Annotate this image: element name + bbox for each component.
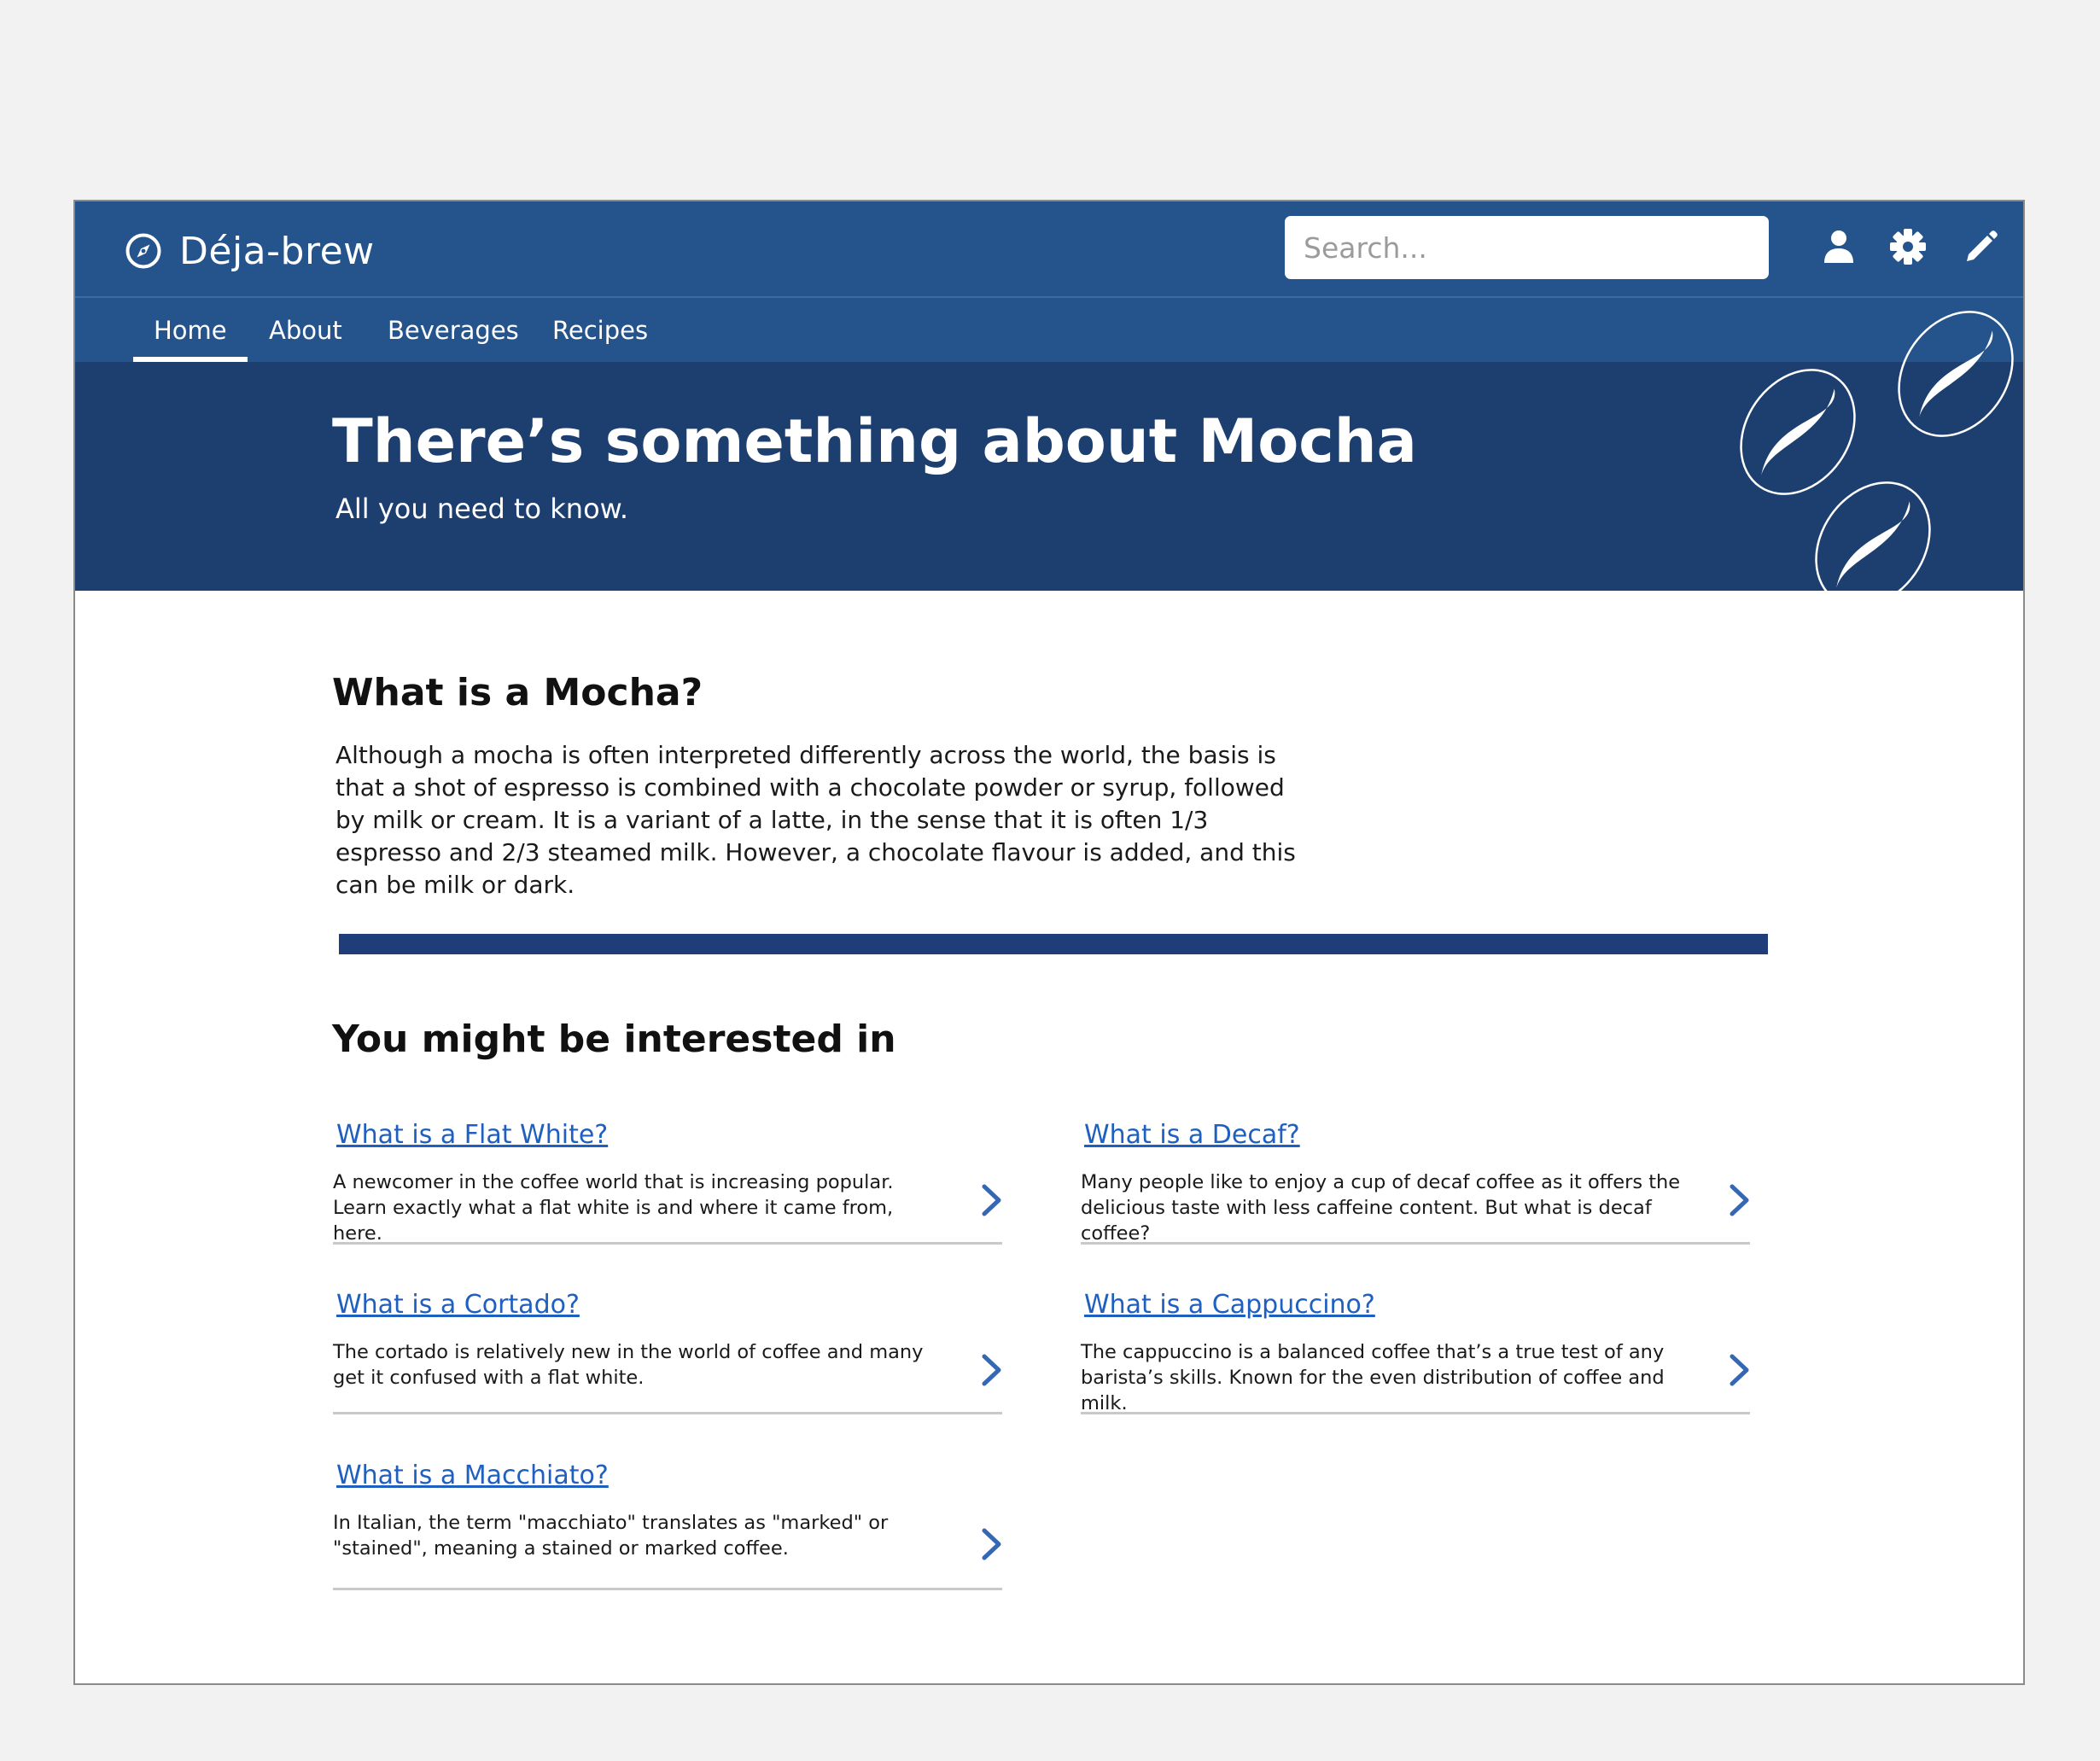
hero-title: There’s something about Mocha: [332, 406, 1417, 476]
gear-icon[interactable]: [1888, 227, 1928, 266]
related-card: What is a Cappuccino? The cappuccino is …: [1081, 1290, 1750, 1414]
pencil-icon[interactable]: [1962, 227, 2001, 266]
related-card: What is a Decaf? Many people like to enj…: [1081, 1120, 1750, 1245]
compass-icon: [125, 233, 161, 269]
related-card-link[interactable]: What is a Cappuccino?: [1084, 1290, 1375, 1320]
related-card-description: The cortado is relatively new in the wor…: [333, 1341, 924, 1389]
top-bar: Déja-brew: [75, 201, 2023, 298]
chevron-right-icon[interactable]: [977, 1527, 1006, 1561]
chevron-right-icon[interactable]: [977, 1353, 1006, 1387]
related-card-description: The cappuccino is a balanced coffee that…: [1081, 1341, 1665, 1414]
related-card-description: Many people like to enjoy a cup of decaf…: [1081, 1171, 1681, 1245]
related-card-description: A newcomer in the coffee world that is i…: [333, 1171, 894, 1245]
related-card-link[interactable]: What is a Decaf?: [1084, 1120, 1300, 1150]
nav-about[interactable]: About: [269, 298, 342, 362]
related-card-link[interactable]: What is a Cortado?: [336, 1290, 580, 1320]
related-card-link[interactable]: What is a Flat White?: [336, 1120, 608, 1150]
nav-label: Beverages: [388, 315, 519, 345]
chevron-right-icon[interactable]: [977, 1183, 1006, 1217]
related-card-description: In Italian, the term "macchiato" transla…: [333, 1512, 889, 1560]
intro-paragraph: Although a mocha is often interpreted di…: [335, 741, 1296, 899]
nav-recipes[interactable]: Recipes: [552, 298, 648, 362]
nav-label: About: [269, 315, 342, 345]
related-card: What is a Macchiato? In Italian, the ter…: [333, 1461, 1002, 1590]
app-name: Déja-brew: [179, 229, 375, 273]
hero-subtitle: All you need to know.: [335, 493, 629, 525]
chevron-right-icon[interactable]: [1724, 1183, 1753, 1217]
user-icon[interactable]: [1819, 227, 1858, 266]
section-divider: [339, 934, 1768, 954]
chevron-right-icon[interactable]: [1724, 1353, 1753, 1387]
coffee-bean-icons: [1740, 311, 2014, 608]
related-heading: You might be interested in: [332, 1018, 896, 1061]
related-card-link[interactable]: What is a Macchiato?: [336, 1461, 609, 1490]
nav-home[interactable]: Home: [133, 298, 248, 362]
nav-label: Home: [154, 315, 227, 345]
related-card: What is a Flat White? A newcomer in the …: [333, 1120, 1002, 1245]
section-heading: What is a Mocha?: [332, 671, 703, 714]
nav-beverages[interactable]: Beverages: [388, 298, 519, 362]
related-card: What is a Cortado? The cortado is relati…: [333, 1290, 1002, 1414]
browser-page: Déja-brew Search... Home About Beverages…: [73, 200, 2025, 1685]
nav-label: Recipes: [552, 315, 649, 345]
search-input[interactable]: [1285, 216, 1769, 279]
brand[interactable]: Déja-brew: [125, 227, 375, 275]
